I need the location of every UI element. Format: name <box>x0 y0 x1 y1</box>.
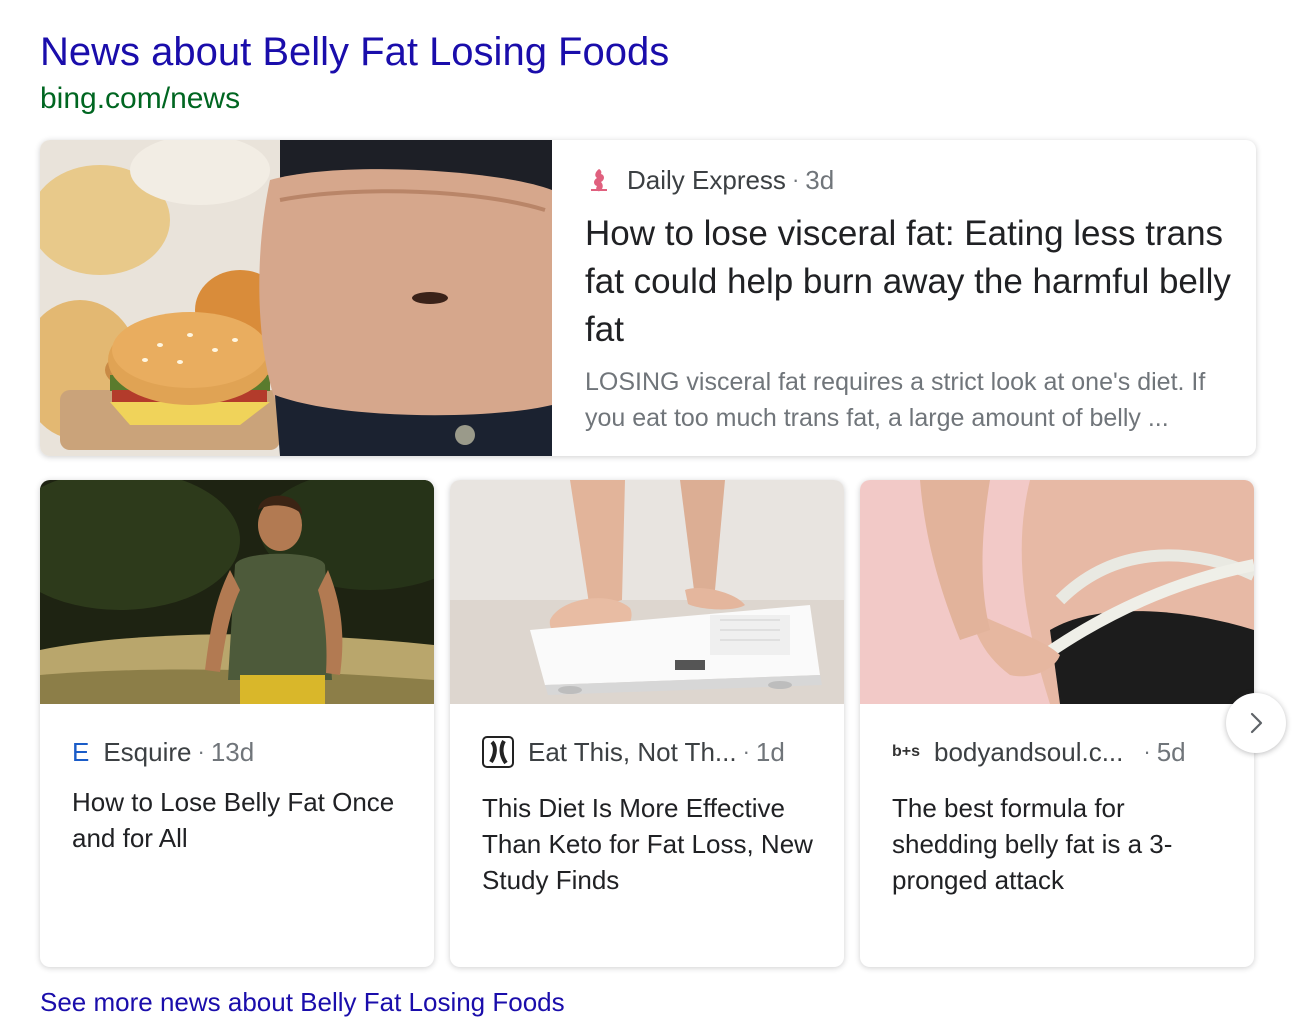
card-source-row: Eat This, Not Th... · 1d <box>482 734 822 770</box>
chevron-right-icon <box>1250 712 1263 734</box>
separator: · <box>1143 739 1151 764</box>
featured-news-card[interactable]: Daily Express · 3d How to lose visceral … <box>40 140 1256 456</box>
see-more-news-link[interactable]: See more news about Belly Fat Losing Foo… <box>40 984 565 1020</box>
card-source-name[interactable]: Esquire <box>103 737 191 768</box>
card-source-name[interactable]: bodyandsoul.c... <box>934 737 1123 768</box>
featured-article-image[interactable] <box>40 140 552 456</box>
news-card-esquire[interactable]: E Esquire · 13d How to Lose Belly Fat On… <box>40 480 434 967</box>
featured-snippet: LOSING visceral fat requires a strict lo… <box>585 368 1206 432</box>
news-card-eat-this-not-that[interactable]: Eat This, Not Th... · 1d This Diet Is Mo… <box>450 480 844 967</box>
bodyandsoul-logo-icon: b+s <box>892 743 921 760</box>
news-section-title[interactable]: News about Belly Fat Losing Foods <box>40 26 669 78</box>
card-source-row: b+s bodyandsoul.c... · 5d <box>892 734 1232 770</box>
eat-this-not-that-logo-icon <box>482 736 514 768</box>
featured-headline[interactable]: How to lose visceral fat: Eating less tr… <box>585 210 1235 354</box>
featured-source-name[interactable]: Daily Express <box>627 165 786 196</box>
featured-source-row: Daily Express · 3d <box>585 162 1235 198</box>
featured-age: 3d <box>805 164 835 195</box>
daily-express-logo-icon <box>585 166 613 194</box>
card-headline[interactable]: The best formula for shedding belly fat … <box>892 790 1232 898</box>
news-source-url: bing.com/news <box>40 82 241 115</box>
card-age: 13d <box>210 736 255 767</box>
card-age: 1d <box>755 736 785 767</box>
separator: · <box>791 167 800 192</box>
news-card-image[interactable] <box>860 480 1254 704</box>
card-source-name[interactable]: Eat This, Not Th... <box>528 737 737 768</box>
news-card-image[interactable] <box>40 480 434 704</box>
carousel-next-button[interactable] <box>1226 693 1286 753</box>
separator: · <box>197 739 205 764</box>
card-age: 5d <box>1156 736 1186 767</box>
separator: · <box>742 739 750 764</box>
featured-article-body: Daily Express · 3d How to lose visceral … <box>585 162 1235 436</box>
esquire-logo-icon: E <box>72 736 90 767</box>
card-headline[interactable]: This Diet Is More Effective Than Keto fo… <box>482 790 822 898</box>
news-card-bodyandsoul[interactable]: b+s bodyandsoul.c... · 5d The best formu… <box>860 480 1254 967</box>
card-headline[interactable]: How to Lose Belly Fat Once and for All <box>72 784 412 856</box>
card-source-row: E Esquire · 13d <box>72 734 412 770</box>
news-card-image[interactable] <box>450 480 844 704</box>
